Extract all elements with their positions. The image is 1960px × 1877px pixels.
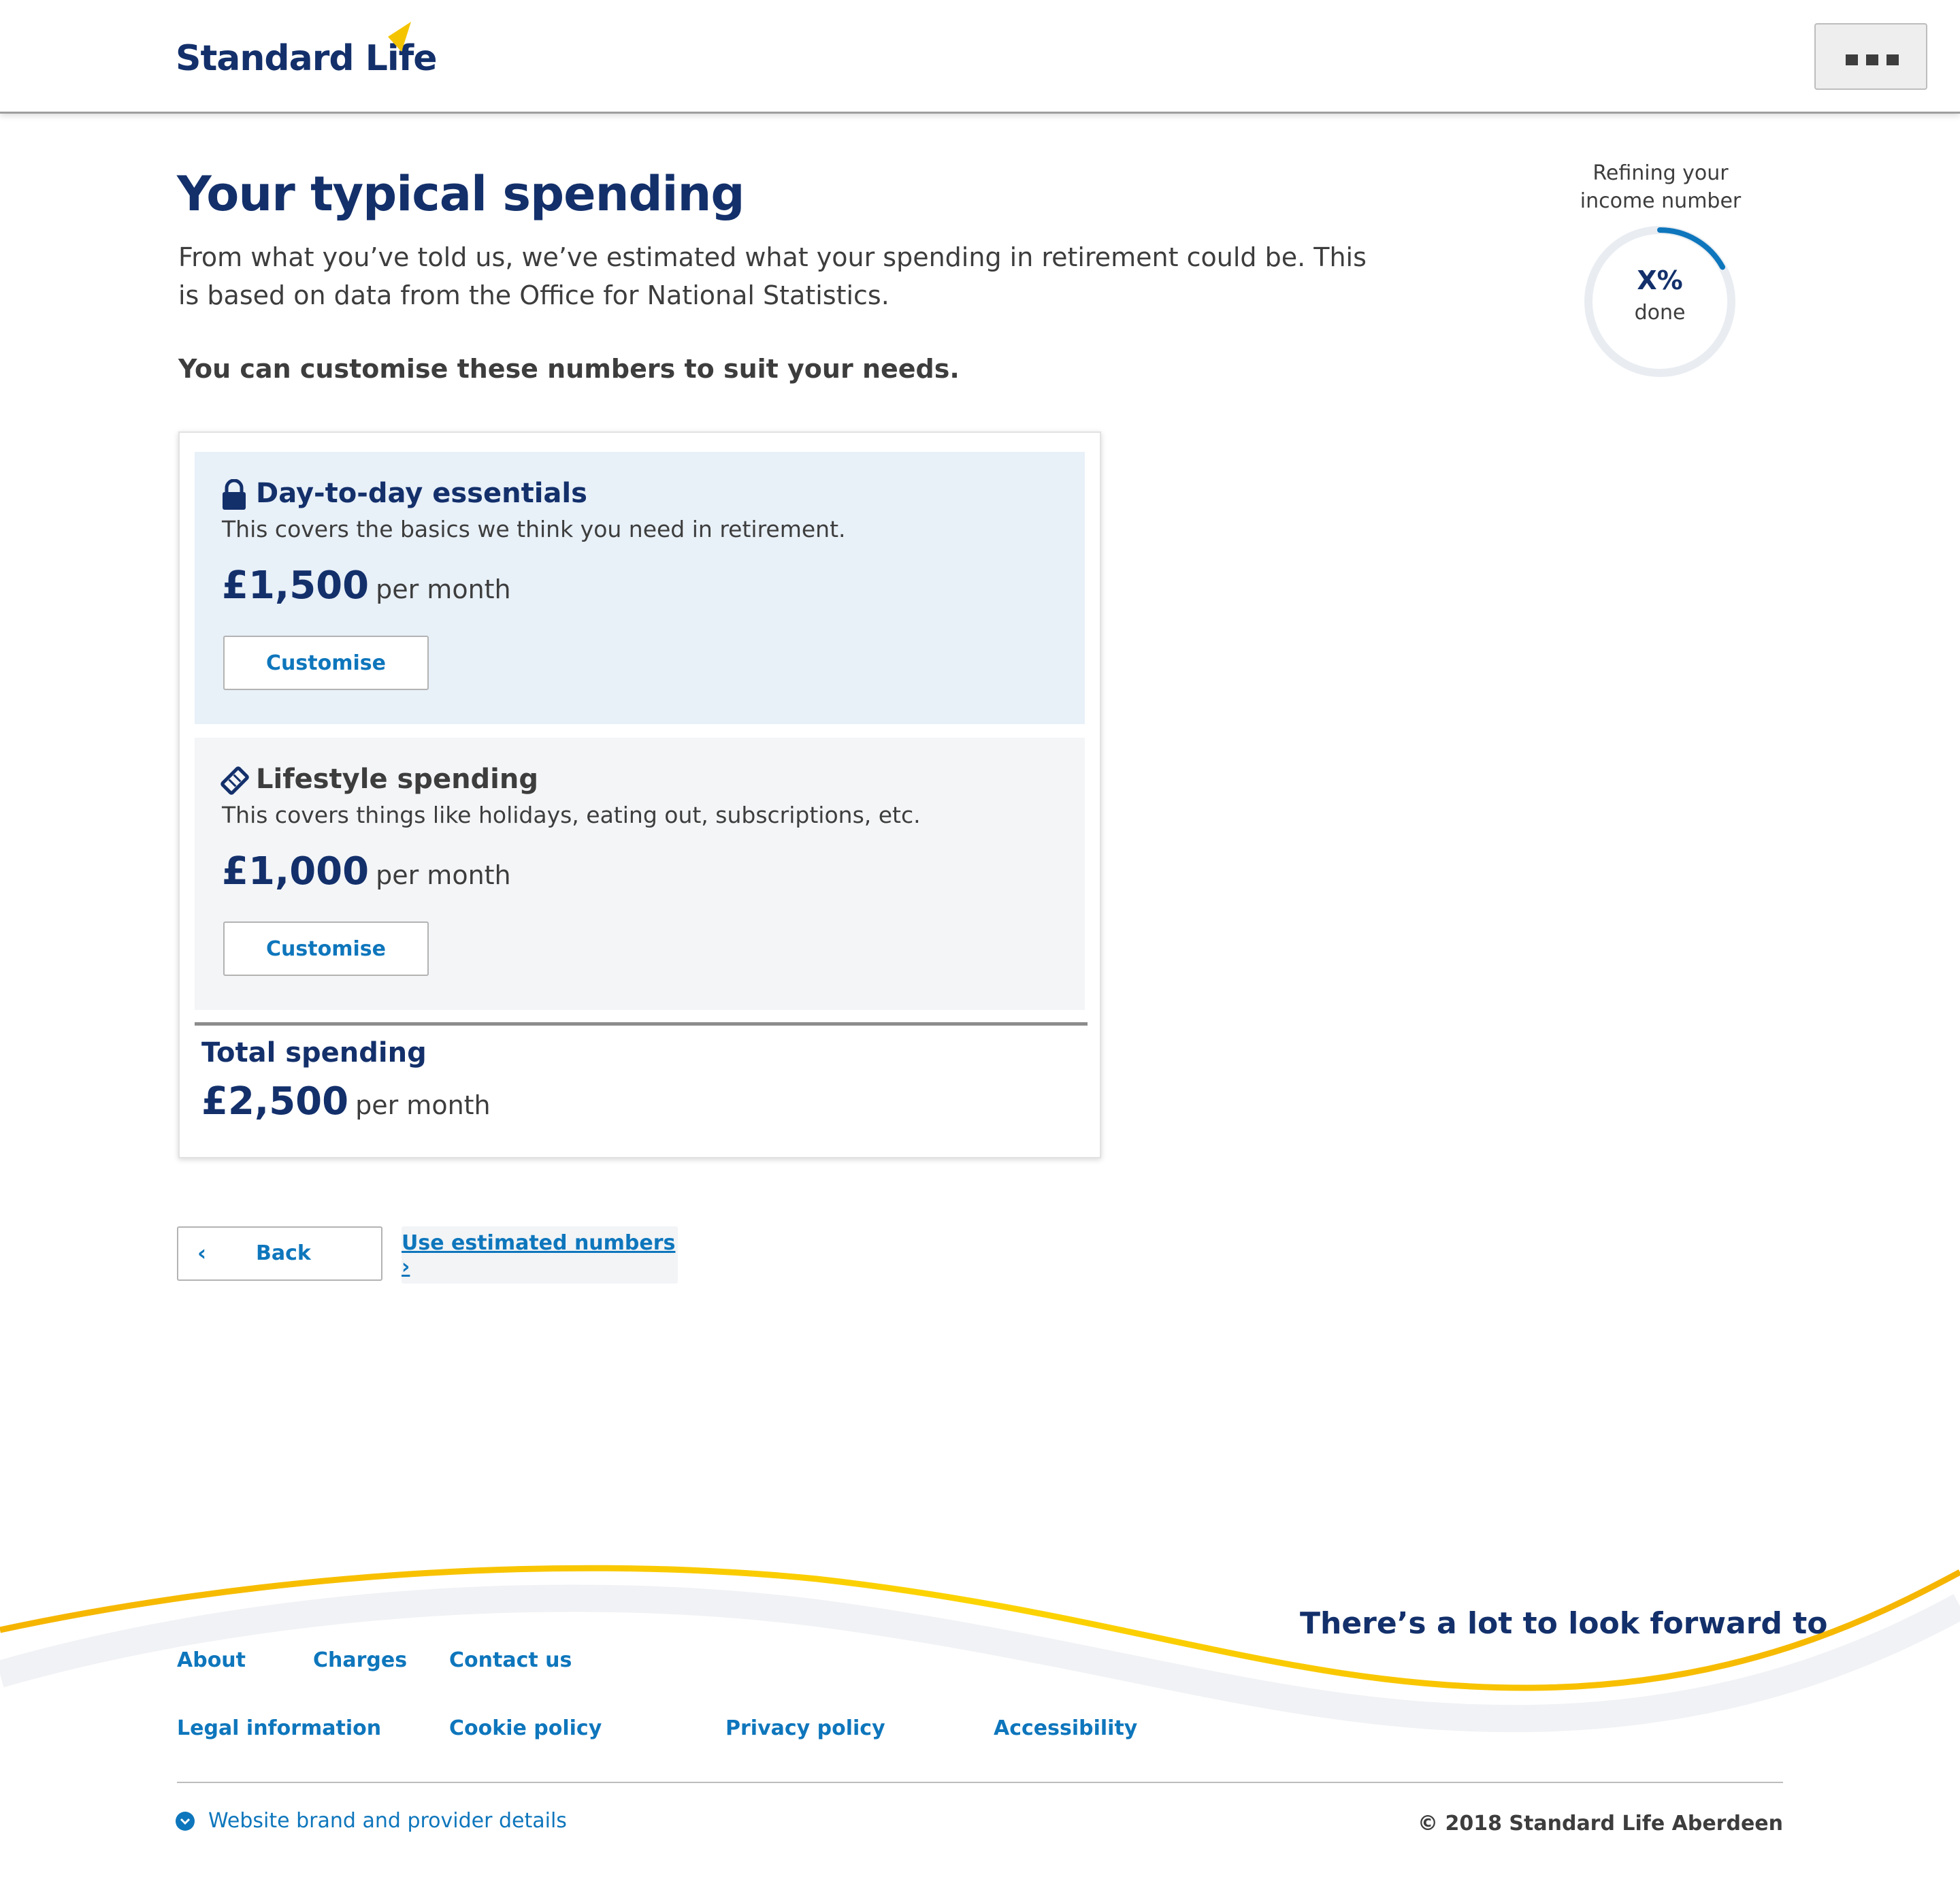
footer-link-cookie-policy[interactable]: Cookie policy <box>449 1716 602 1740</box>
back-button[interactable]: ‹ Back <box>177 1226 382 1281</box>
lifestyle-section: Lifestyle spending This covers things li… <box>195 738 1085 1010</box>
essentials-period: per month <box>376 574 511 604</box>
brand-details-toggle[interactable]: Website brand and provider details <box>176 1809 567 1833</box>
essentials-amount-value: £1,500 <box>222 564 370 608</box>
lifestyle-description: This covers things like holidays, eating… <box>222 802 921 828</box>
footer-link-charges[interactable]: Charges <box>313 1648 407 1672</box>
lock-icon <box>223 479 246 510</box>
lifestyle-title: Lifestyle spending <box>256 764 538 795</box>
more-dots-icon-dot <box>1866 54 1878 65</box>
lifestyle-period: per month <box>376 860 511 890</box>
ticket-icon <box>220 766 249 795</box>
use-estimated-numbers-link[interactable]: Use estimated numbers › <box>402 1226 678 1284</box>
footer-link-accessibility[interactable]: Accessibility <box>994 1716 1137 1740</box>
customise-lifestyle-button[interactable]: Customise <box>223 921 429 976</box>
essentials-amount: £1,500 per month <box>222 564 511 608</box>
total-spending-label: Total spending <box>201 1037 427 1068</box>
chevron-down-icon <box>176 1811 195 1831</box>
more-dots-icon-dot <box>1886 54 1899 65</box>
total-amount-value: £2,500 <box>201 1079 349 1124</box>
footer-link-legal-information[interactable]: Legal information <box>177 1716 381 1740</box>
lifestyle-amount-value: £1,000 <box>222 849 370 894</box>
intro-description: From what you’ve told us, we’ve estimate… <box>178 242 1367 310</box>
essentials-section: Day-to-day essentials This covers the ba… <box>195 452 1085 724</box>
footer-link-privacy-policy[interactable]: Privacy policy <box>725 1716 885 1740</box>
progress-done-label: done <box>1634 301 1686 325</box>
total-period: per month <box>355 1090 491 1120</box>
brand-details-label: Website brand and provider details <box>208 1809 567 1833</box>
copyright-text: © 2018 Standard Life Aberdeen <box>1418 1812 1783 1835</box>
footer-link-about[interactable]: About <box>177 1648 246 1672</box>
back-label: Back <box>256 1241 311 1265</box>
footer-link-contact-us[interactable]: Contact us <box>449 1648 572 1672</box>
page-title: Your typical spending <box>177 166 745 222</box>
menu-button[interactable] <box>1814 23 1927 90</box>
more-dots-icon <box>1846 54 1858 65</box>
customise-note: You can customise these numbers to suit … <box>178 354 960 384</box>
total-amount: £2,500 per month <box>201 1079 491 1124</box>
footer-tagline: There’s a lot to look forward to <box>1300 1606 1828 1641</box>
lifestyle-amount: £1,000 per month <box>222 849 511 894</box>
logo-tick-icon <box>388 22 411 52</box>
footer-divider <box>177 1782 1783 1783</box>
progress-value: X% <box>1637 265 1683 295</box>
spending-card: Day-to-day essentials This covers the ba… <box>178 431 1101 1158</box>
chevron-left-icon: ‹ <box>197 1240 207 1266</box>
progress-label: Refining your income number <box>1580 161 1742 213</box>
total-divider <box>195 1022 1088 1026</box>
customise-essentials-button[interactable]: Customise <box>223 636 429 690</box>
site-header: Standard Life <box>0 0 1960 114</box>
essentials-description: This covers the basics we think you need… <box>222 516 846 542</box>
essentials-title: Day-to-day essentials <box>256 478 587 509</box>
